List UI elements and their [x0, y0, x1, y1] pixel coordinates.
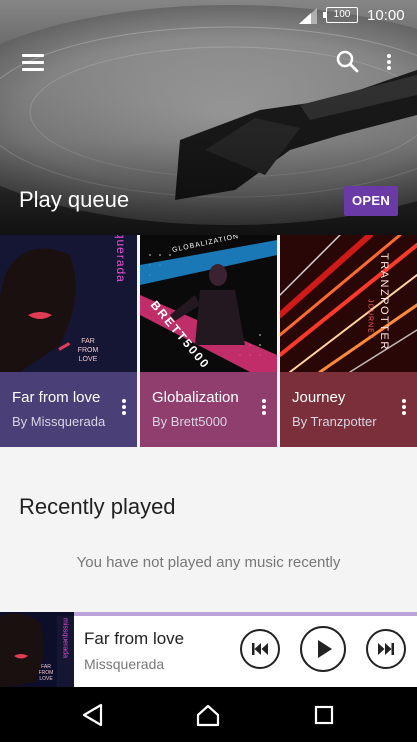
- status-bar: 100 10:00: [0, 0, 417, 32]
- card-subtitle: By Tranzpotter: [292, 414, 377, 429]
- music-app-screen: 100 10:00 Play queue OPEN missquerada FA…: [0, 0, 417, 742]
- svg-text:FAR: FAR: [81, 338, 95, 345]
- search-icon[interactable]: [333, 47, 363, 77]
- svg-text:missquerada: missquerada: [114, 235, 128, 283]
- queue-card-info: Globalization By Brett5000: [140, 372, 277, 447]
- svg-text:LOVE: LOVE: [39, 676, 53, 682]
- card-more-icon[interactable]: [117, 397, 131, 417]
- battery-icon: 100: [323, 7, 358, 23]
- play-queue-header: 100 10:00 Play queue OPEN: [0, 0, 417, 235]
- status-clock: 10:00: [367, 7, 405, 24]
- svg-text:missquerada: missquerada: [62, 618, 69, 658]
- queue-card-info: Journey By Tranzpotter: [280, 372, 417, 447]
- now-playing-album-art[interactable]: missquerada FAR FROM LOVE: [0, 612, 74, 687]
- queue-card-info: Far from love By Missquerada: [0, 372, 137, 447]
- more-vert-icon[interactable]: [374, 47, 404, 77]
- recent-apps-icon[interactable]: [311, 702, 337, 728]
- system-navigation-bar: [0, 687, 417, 742]
- card-subtitle: By Missquerada: [12, 414, 106, 429]
- svg-text:JOURNEY: JOURNEY: [367, 299, 374, 339]
- recently-played-empty-message: You have not played any music recently: [76, 554, 341, 571]
- next-track-button[interactable]: [366, 629, 406, 669]
- card-more-icon[interactable]: [397, 397, 411, 417]
- recently-played-section: Recently played You have not played any …: [0, 447, 417, 612]
- open-queue-button[interactable]: OPEN: [344, 186, 398, 216]
- queue-cards: missquerada FAR FROM LOVE Far from love …: [0, 235, 417, 447]
- queue-card[interactable]: GLOBALIZATION BRETT5000 Globalization By…: [140, 235, 277, 447]
- queue-card[interactable]: TRANZPOTTER JOURNEY Journey By Tranzpott…: [280, 235, 417, 447]
- home-icon[interactable]: [195, 702, 221, 728]
- play-icon: [318, 640, 332, 658]
- now-playing-title: Far from love: [84, 629, 185, 648]
- back-icon[interactable]: [80, 702, 106, 728]
- album-art[interactable]: missquerada FAR FROM LOVE: [0, 235, 137, 372]
- queue-card[interactable]: missquerada FAR FROM LOVE Far from love …: [0, 235, 137, 447]
- card-title: Far from love: [12, 389, 101, 406]
- card-more-icon[interactable]: [257, 397, 271, 417]
- album-art[interactable]: TRANZPOTTER JOURNEY: [280, 235, 417, 372]
- card-title: Globalization: [152, 389, 239, 406]
- play-button[interactable]: [300, 626, 346, 672]
- now-playing-bar[interactable]: missquerada FAR FROM LOVE Far from love …: [0, 612, 417, 687]
- hamburger-menu-icon[interactable]: [18, 47, 48, 77]
- svg-text:TRANZPOTTER: TRANZPOTTER: [378, 253, 390, 351]
- skip-previous-icon: [252, 643, 268, 655]
- skip-next-icon: [378, 643, 394, 655]
- card-title: Journey: [292, 389, 346, 406]
- signal-strength-icon: [299, 8, 317, 24]
- svg-text:FROM: FROM: [78, 347, 99, 354]
- previous-track-button[interactable]: [240, 629, 280, 669]
- svg-text:LOVE: LOVE: [79, 356, 98, 363]
- play-queue-title: Play queue: [19, 187, 130, 212]
- card-subtitle: By Brett5000: [152, 414, 228, 429]
- now-playing-artist: Missquerada: [84, 656, 165, 672]
- album-art[interactable]: GLOBALIZATION BRETT5000: [140, 235, 277, 372]
- recently-played-title: Recently played: [19, 494, 176, 519]
